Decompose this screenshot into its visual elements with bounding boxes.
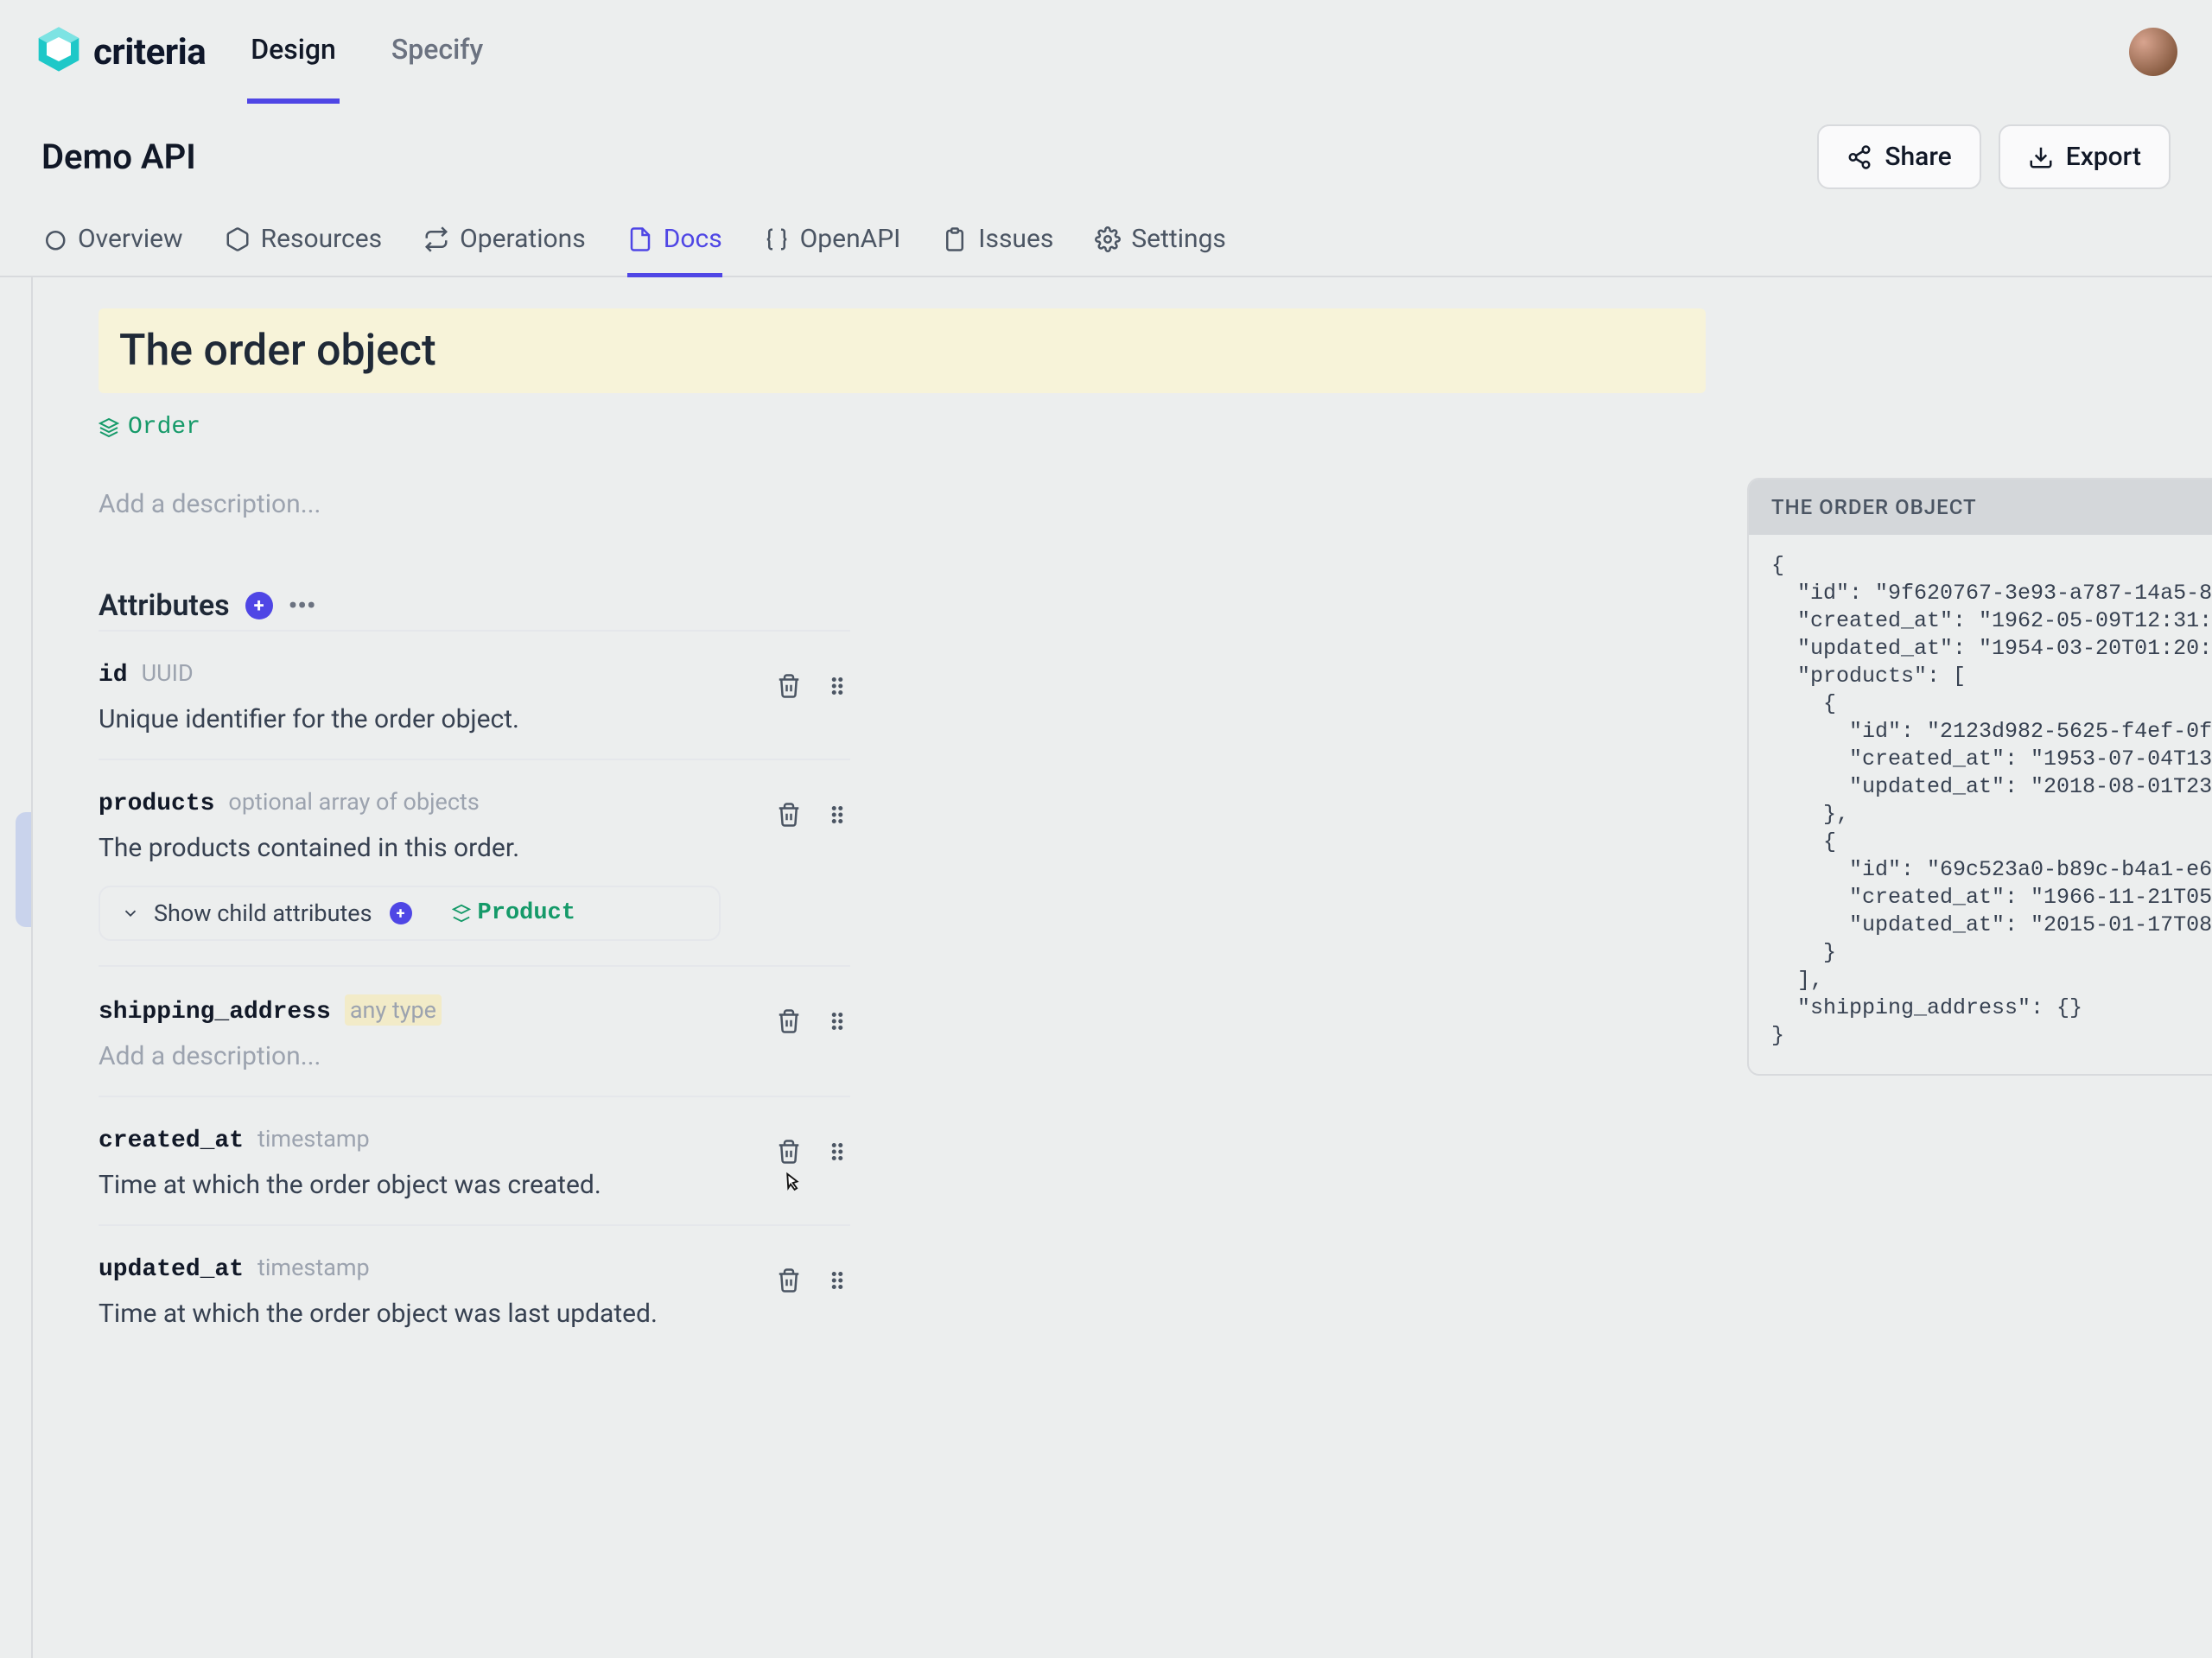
code-header: THE ORDER OBJECT xyxy=(1749,480,2212,535)
subnav: Overview Resources Operations Docs OpenA… xyxy=(0,189,2212,277)
attr-name: products xyxy=(99,791,214,817)
sidebar-item-errors[interactable]: Errors xyxy=(16,414,33,468)
subnav-resources[interactable]: Resources xyxy=(225,224,383,277)
sidebar-item-orders[interactable]: Orders xyxy=(16,756,33,810)
brand-name: criteria xyxy=(93,31,206,73)
sidebar-item-shared-order[interactable]: Order xyxy=(16,1655,33,1658)
drag-handle-icon[interactable] xyxy=(824,1139,850,1165)
drag-handle-icon[interactable] xyxy=(824,1267,850,1293)
sidebar-item-retrieve-order[interactable]: Retrieve an order xyxy=(16,1162,33,1277)
project-actions: Share Export xyxy=(1817,124,2171,189)
add-attribute-button[interactable]: + xyxy=(245,592,273,619)
project-header: Demo API Share Export xyxy=(0,104,2212,189)
sidebar-item-update-order[interactable]: Update an order xyxy=(16,1395,33,1510)
attribute-updated-at: updated_at timestamp Time at which the o… xyxy=(99,1224,850,1353)
attr-type[interactable]: timestamp xyxy=(257,1125,370,1153)
attr-type[interactable]: optional array of objects xyxy=(228,788,479,816)
code-pane: THE ORDER OBJECT { "id": "9f620767-3e93-… xyxy=(1747,478,2212,1353)
sidebar-item-introduction[interactable]: Introduction xyxy=(16,302,33,356)
code-body[interactable]: { "id": "9f620767-3e93-a787-14a5-8c158cb… xyxy=(1749,535,2212,1074)
attr-description[interactable]: Unique identifier for the order object. xyxy=(99,704,850,734)
sidebar-item-order-object[interactable]: The order object xyxy=(16,812,33,927)
trash-icon[interactable] xyxy=(776,1139,802,1165)
tab-specify[interactable]: Specify xyxy=(388,0,486,104)
project-title: Demo API xyxy=(41,137,196,177)
sidebar: Introduction Authentication Errors Pagin… xyxy=(0,277,33,1658)
drag-handle-icon[interactable] xyxy=(824,802,850,828)
drag-handle-icon[interactable] xyxy=(824,1008,850,1034)
sidebar-item-pagination[interactable]: Pagination xyxy=(16,470,33,524)
subnav-issues[interactable]: Issues xyxy=(942,224,1053,277)
attr-type[interactable]: any type xyxy=(345,994,442,1026)
product-link[interactable]: Product xyxy=(452,900,575,926)
main: The order object Order Add a description… xyxy=(33,277,2212,1384)
logo-icon xyxy=(35,25,83,79)
sidebar-item-products[interactable]: Products xyxy=(16,644,33,698)
attribute-created-at: created_at timestamp Time at which the o… xyxy=(99,1096,850,1224)
sidebar-item-customers[interactable]: Customers xyxy=(16,700,33,754)
show-child-attributes[interactable]: Show child attributes + Product xyxy=(99,886,721,941)
trash-icon[interactable] xyxy=(776,1267,802,1293)
trash-icon[interactable] xyxy=(776,802,802,828)
subnav-docs[interactable]: Docs xyxy=(627,224,722,277)
attr-name: updated_at xyxy=(99,1256,244,1283)
attr-name: shipping_address xyxy=(99,999,331,1026)
attr-name: id xyxy=(99,662,128,689)
subnav-overview[interactable]: Overview xyxy=(41,224,183,277)
attribute-shipping-address: shipping_address any type Add a descript… xyxy=(99,965,850,1096)
sidebar-item-create-order[interactable]: Create an order xyxy=(16,1045,33,1160)
logo[interactable]: criteria xyxy=(35,25,206,79)
top-tabs: Design Specify xyxy=(247,0,486,104)
more-icon[interactable]: ••• xyxy=(289,591,316,621)
topbar: criteria Design Specify xyxy=(0,0,2212,104)
attr-type[interactable]: UUID xyxy=(142,659,194,687)
attr-name: created_at xyxy=(99,1128,244,1154)
description-input[interactable]: Add a description... xyxy=(99,489,1706,519)
chevron-down-icon xyxy=(121,904,140,923)
subnav-settings[interactable]: Settings xyxy=(1095,224,1226,277)
share-button[interactable]: Share xyxy=(1817,124,1980,189)
subnav-operations[interactable]: Operations xyxy=(423,224,586,277)
attr-description[interactable]: Time at which the order object was creat… xyxy=(99,1170,850,1200)
sidebar-item-versioning[interactable]: Versioning xyxy=(16,526,33,581)
attr-type[interactable]: timestamp xyxy=(257,1254,370,1281)
attribute-id: id UUID Unique identifier for the order … xyxy=(99,630,850,759)
subnav-openapi[interactable]: OpenAPI xyxy=(764,224,901,277)
sidebar-item-list-orders[interactable]: List all orders xyxy=(16,929,33,1044)
export-button[interactable]: Export xyxy=(1999,124,2171,189)
trash-icon[interactable] xyxy=(776,1008,802,1034)
trash-icon[interactable] xyxy=(776,673,802,699)
sidebar-heading-shared: SHARED COMPONENTS xyxy=(16,1512,33,1597)
add-child-button[interactable]: + xyxy=(390,902,412,924)
tab-design[interactable]: Design xyxy=(247,0,340,104)
sidebar-heading-resources: RESOURCES xyxy=(16,582,33,642)
avatar[interactable] xyxy=(2129,28,2177,76)
sidebar-item-shared-error[interactable]: Error xyxy=(16,1598,33,1653)
sidebar-item-delete-order[interactable]: Delete an order xyxy=(16,1279,33,1394)
attribute-products: products optional array of objects The p… xyxy=(99,759,850,965)
attr-description[interactable]: Add a description... xyxy=(99,1041,850,1071)
attr-description[interactable]: The products contained in this order. xyxy=(99,833,850,863)
page-title[interactable]: The order object xyxy=(99,308,1706,393)
body: Introduction Authentication Errors Pagin… xyxy=(0,277,2212,1658)
drag-handle-icon[interactable] xyxy=(824,673,850,699)
resource-link-order[interactable]: Order xyxy=(99,414,200,441)
attr-description[interactable]: Time at which the order object was last … xyxy=(99,1299,850,1329)
doc-column: The order object Order Add a description… xyxy=(67,308,1706,1353)
sidebar-item-authentication[interactable]: Authentication xyxy=(16,358,33,412)
attributes-heading: Attributes + ••• xyxy=(99,588,1706,623)
